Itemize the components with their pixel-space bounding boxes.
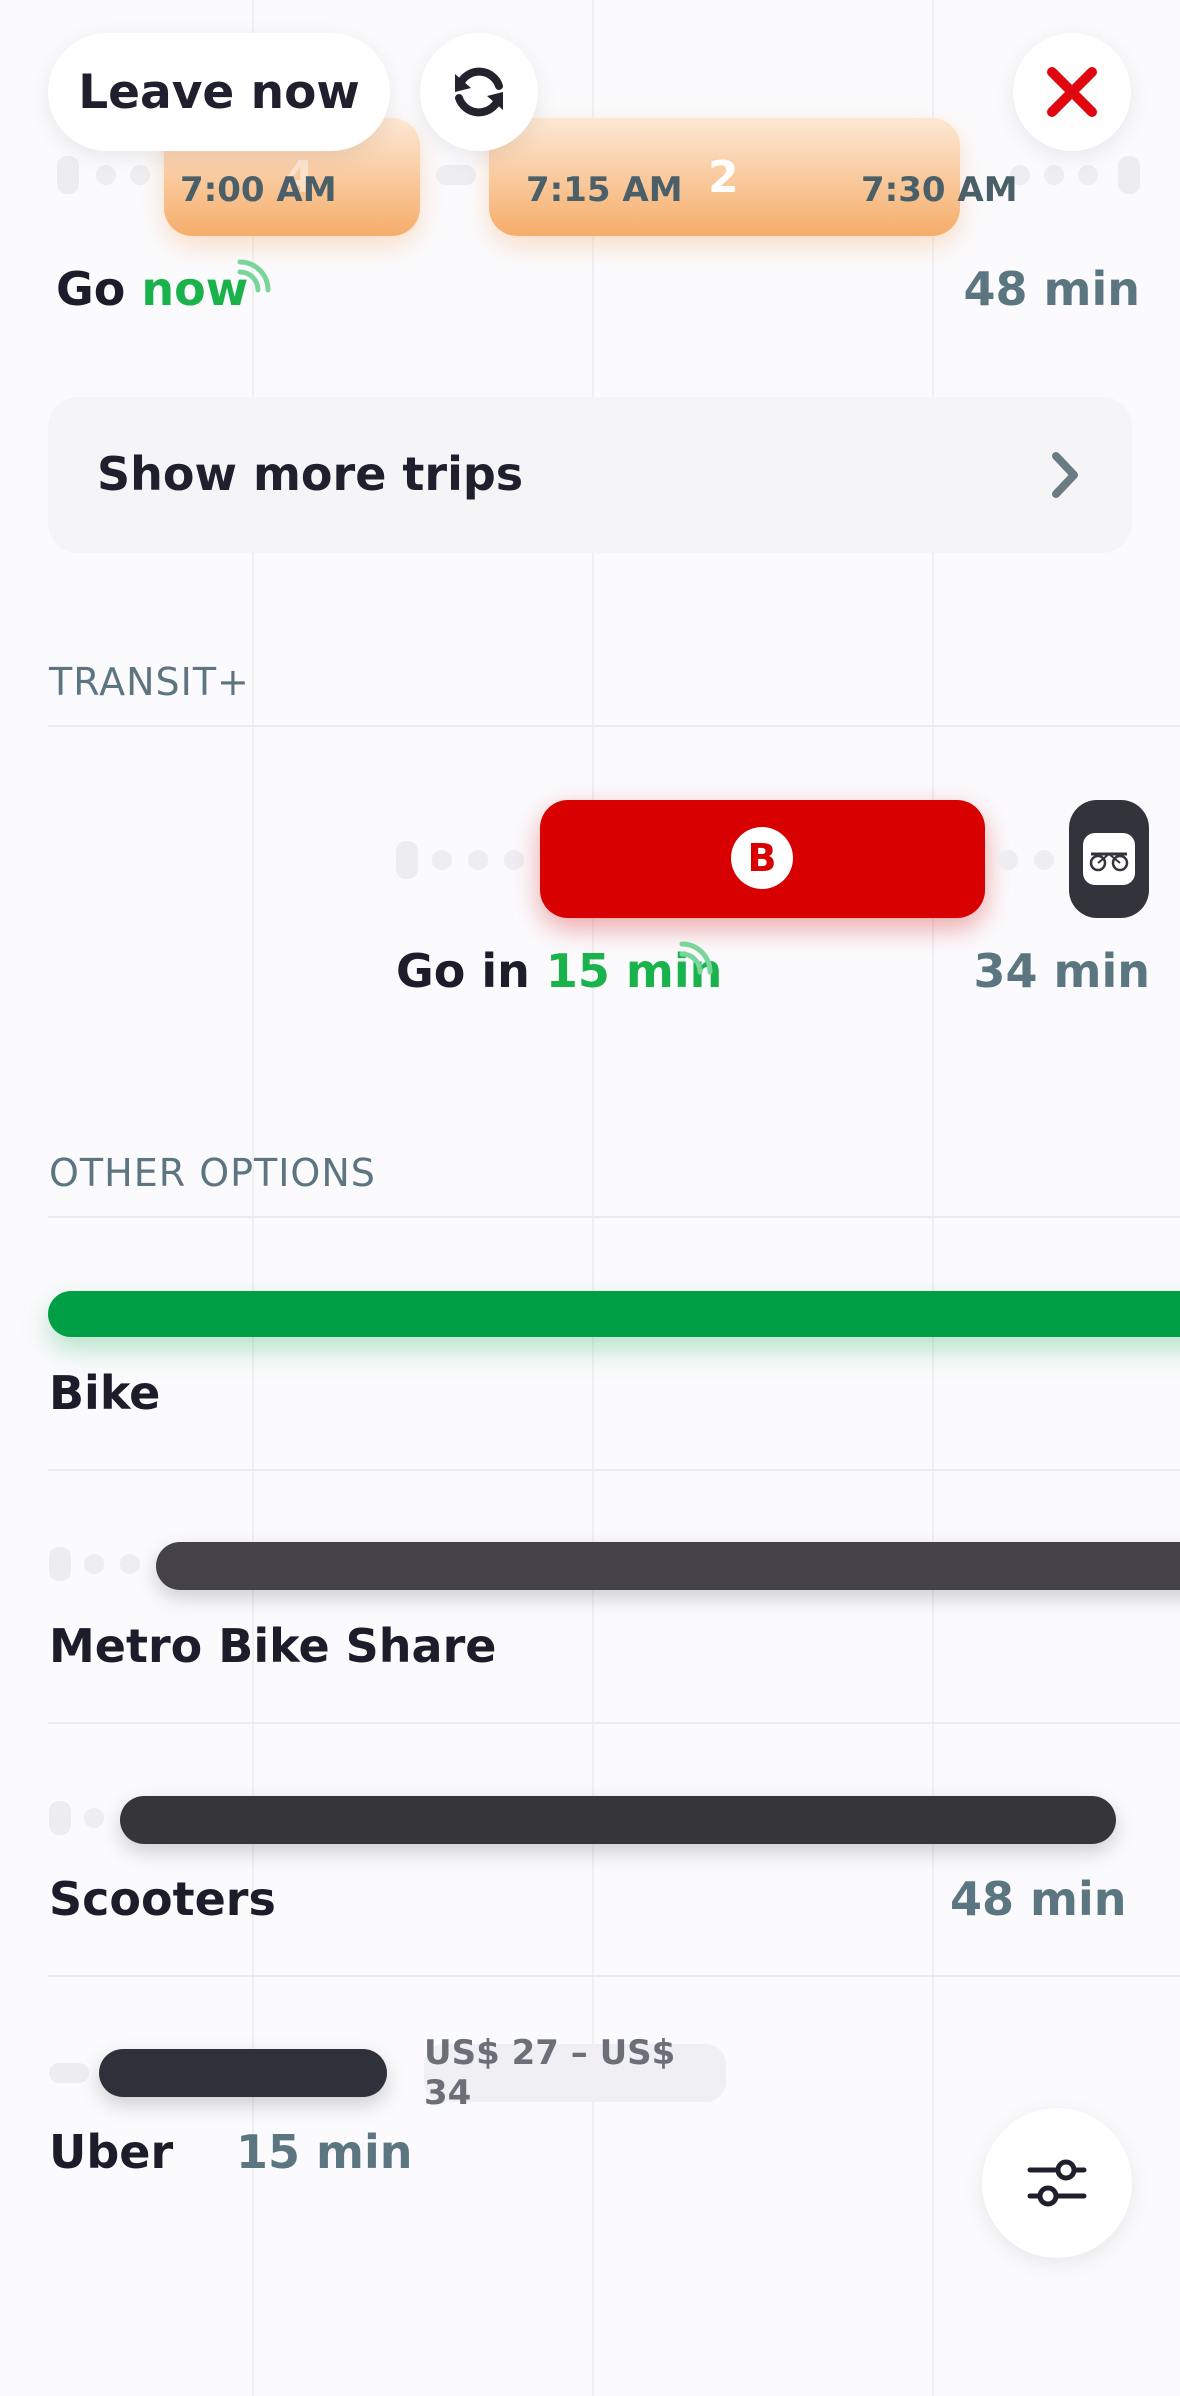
timeline-dot: [1078, 165, 1098, 185]
close-icon: [1047, 67, 1097, 117]
timeline-dot: [504, 850, 524, 870]
uber-label: Uber: [49, 2125, 174, 2179]
timeline-cap: [57, 156, 79, 194]
timeline-dot: [432, 850, 452, 870]
transit-plus-duration: 34 min: [973, 944, 1150, 998]
uber-price: US$ 27 – US$ 34: [424, 2033, 676, 2113]
scooters-route-bar[interactable]: [120, 1796, 1116, 1844]
screen: 4 7:00 AM 2 7:15 AM 7:30 AM Leave now Go…: [0, 0, 1180, 2396]
timeline-dot: [130, 165, 150, 185]
chevron-right-icon: [1052, 452, 1078, 498]
timeline-dot: [1044, 165, 1064, 185]
bike-share-segment[interactable]: [1069, 800, 1149, 918]
section-transit-plus: TRANSIT+: [49, 660, 250, 704]
trip-chip-2-time: 7:15 AM: [526, 170, 683, 210]
refresh-icon: [455, 67, 503, 117]
divider: [48, 725, 1180, 727]
metro-bike-share-route-bar[interactable]: [156, 1542, 1180, 1590]
divider: [48, 1975, 1180, 1977]
realtime-icon: [237, 259, 271, 293]
timeline-cap: [396, 841, 418, 879]
uber-duration: 15 min: [236, 2125, 413, 2179]
timeline-cap: [49, 1547, 71, 1581]
trip-chip-2-number: 2: [708, 152, 739, 203]
filter-button[interactable]: [982, 2108, 1132, 2258]
timeline-cap: [49, 2063, 89, 2083]
timeline-cap: [49, 1801, 71, 1835]
metro-bike-share-label: Metro Bike Share: [49, 1619, 497, 1673]
uber-route-bar[interactable]: [99, 2049, 387, 2097]
scooters-duration: 48 min: [950, 1872, 1127, 1926]
grid-line: [932, 0, 934, 2396]
bike-share-icon: [1083, 833, 1135, 885]
divider: [48, 1722, 1180, 1724]
section-other-options: OTHER OPTIONS: [49, 1151, 376, 1195]
go-in-label: Go in 15 min: [396, 944, 723, 998]
refresh-button[interactable]: [420, 33, 538, 151]
timeline-dot: [468, 850, 488, 870]
timeline-dot: [84, 1808, 104, 1828]
route-badge: B: [731, 827, 793, 889]
timeline-dot: [1034, 850, 1054, 870]
sliders-icon: [1027, 2159, 1087, 2207]
trip-chip-2-end-time: 7:30 AM: [861, 170, 1018, 210]
divider: [48, 1216, 1180, 1218]
grid-line: [252, 0, 254, 2396]
leave-now-label: Leave now: [78, 64, 360, 120]
trip-chip-1-time: 7:00 AM: [180, 170, 337, 210]
timeline-cap: [1118, 156, 1140, 194]
divider: [48, 1469, 1180, 1471]
timeline-dot: [96, 165, 116, 185]
leave-now-button[interactable]: Leave now: [48, 33, 390, 151]
route-badge-letter: B: [747, 836, 777, 880]
go-now-label: Go now: [56, 262, 249, 316]
top-trip-duration: 48 min: [963, 262, 1140, 316]
timeline-dot: [84, 1554, 104, 1574]
show-more-trips-label: Show more trips: [97, 447, 524, 501]
timeline-dot: [436, 165, 476, 185]
go-now-highlight: now: [141, 262, 249, 316]
bike-route-bar[interactable]: [48, 1291, 1180, 1337]
close-button[interactable]: [1013, 33, 1131, 151]
bike-label: Bike: [49, 1366, 161, 1420]
uber-price-badge: US$ 27 – US$ 34: [424, 2033, 726, 2113]
transit-route-segment[interactable]: B: [540, 800, 985, 918]
scooters-label: Scooters: [49, 1872, 276, 1926]
realtime-icon: [679, 941, 713, 975]
timeline-dot: [120, 1554, 140, 1574]
show-more-trips-button[interactable]: Show more trips: [48, 397, 1132, 553]
timeline-dot: [998, 850, 1018, 870]
